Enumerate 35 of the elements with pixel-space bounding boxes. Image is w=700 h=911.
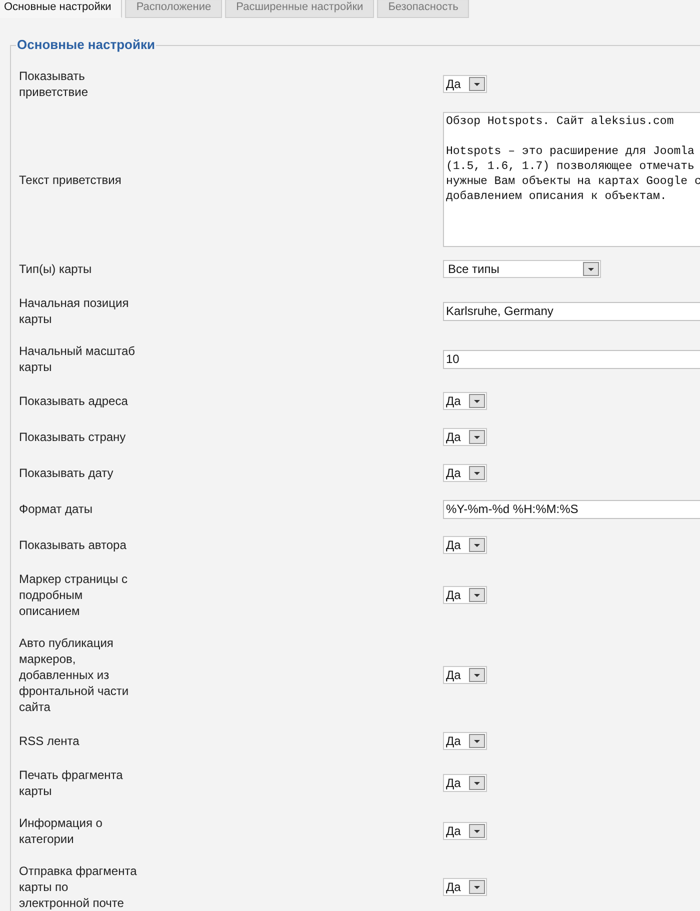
field-label: Текст приветствия xyxy=(19,172,122,188)
dropdown[interactable]: Да xyxy=(443,774,487,792)
field-label: Маркер страницы с подробным описанием xyxy=(19,571,129,620)
dropdown[interactable]: Все типы xyxy=(443,260,601,278)
field-label: Авто публикация маркеров, добавленных из фронтальной части сайта xyxy=(19,635,130,716)
dropdown[interactable]: Да xyxy=(443,586,487,604)
field-label: Показывать дату xyxy=(19,465,114,482)
field-label: Показывать автора xyxy=(19,537,128,554)
field-label: Начальная позиция карты xyxy=(19,295,130,328)
dropdown[interactable]: Да xyxy=(443,732,487,750)
tab[interactable]: Расположение xyxy=(125,0,222,18)
dropdown[interactable]: Да xyxy=(443,822,487,840)
dropdown[interactable]: Да xyxy=(443,536,487,554)
field-label: Показывать страну xyxy=(19,429,127,446)
dropdown[interactable]: Да xyxy=(443,392,487,410)
field-label: Показывать адреса xyxy=(19,393,129,410)
tab[interactable]: Расширенные настройки xyxy=(225,0,374,18)
tab[interactable]: Безопасность xyxy=(377,0,470,18)
dropdown[interactable]: Да xyxy=(443,878,487,896)
dropdown[interactable]: Да xyxy=(443,75,487,93)
dropdown[interactable]: Да xyxy=(443,464,487,482)
field-label: RSS лента xyxy=(19,733,80,750)
field-label: Информация о категории xyxy=(19,815,104,848)
dropdown[interactable]: Да xyxy=(443,428,487,446)
field-label: Тип(ы) карты xyxy=(19,261,93,278)
field-label: Начальный масштаб карты xyxy=(19,343,136,376)
dropdown[interactable]: Да xyxy=(443,666,487,684)
text-input[interactable]: Karlsruhe, Germany xyxy=(443,302,700,320)
field-label: Формат даты xyxy=(19,501,94,518)
text-input[interactable]: 10 xyxy=(443,350,700,368)
field-label: Печать фрагмента карты xyxy=(19,767,124,800)
text-input[interactable]: %Y-%m-%d %H:%M:%S xyxy=(443,500,700,518)
field-label: Показывать приветствие xyxy=(19,68,89,101)
section-title: Основные настройки xyxy=(16,37,156,53)
field-label: Отправка фрагмента карты по электронной почте xyxy=(19,863,138,911)
